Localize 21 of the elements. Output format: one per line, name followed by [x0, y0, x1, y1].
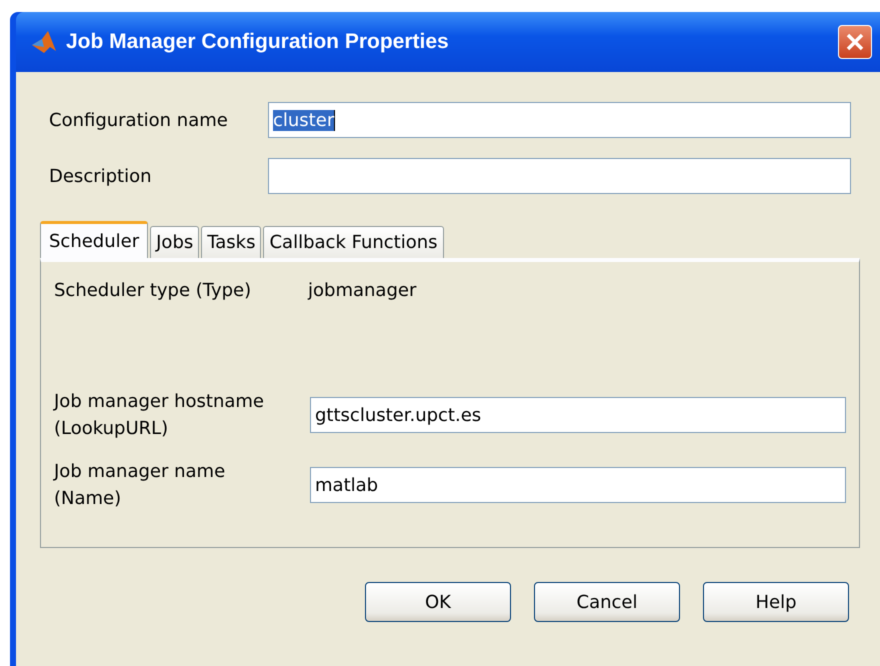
field-label: (Name): [54, 487, 122, 511]
field-label: Description: [49, 166, 153, 186]
field-label: Scheduler type (Type): [54, 280, 252, 301]
text-field[interactable]: gttscluster.upct.es: [310, 397, 846, 433]
field-label: Job manager name: [54, 460, 226, 484]
field-value: jobmanager: [308, 280, 416, 301]
dialog-button[interactable]: Help: [703, 582, 849, 622]
text-field[interactable]: matlab: [310, 467, 846, 503]
tab[interactable]: Callback Functions: [263, 226, 444, 258]
close-icon[interactable]: [838, 25, 872, 59]
field-label: (LookupURL): [54, 417, 170, 441]
window-title: Job Manager Configuration Properties: [66, 30, 450, 54]
tab[interactable]: Scheduler: [40, 221, 148, 258]
tab[interactable]: Tasks: [201, 226, 262, 258]
text-field[interactable]: [268, 158, 851, 194]
dialog-button[interactable]: OK: [365, 582, 511, 622]
field-label: Job manager hostname: [54, 390, 265, 414]
tab[interactable]: Jobs: [150, 226, 200, 258]
app-logo-icon: [30, 29, 58, 55]
field-label: Configuration name: [49, 110, 229, 130]
dialog-button[interactable]: Cancel: [534, 582, 680, 622]
